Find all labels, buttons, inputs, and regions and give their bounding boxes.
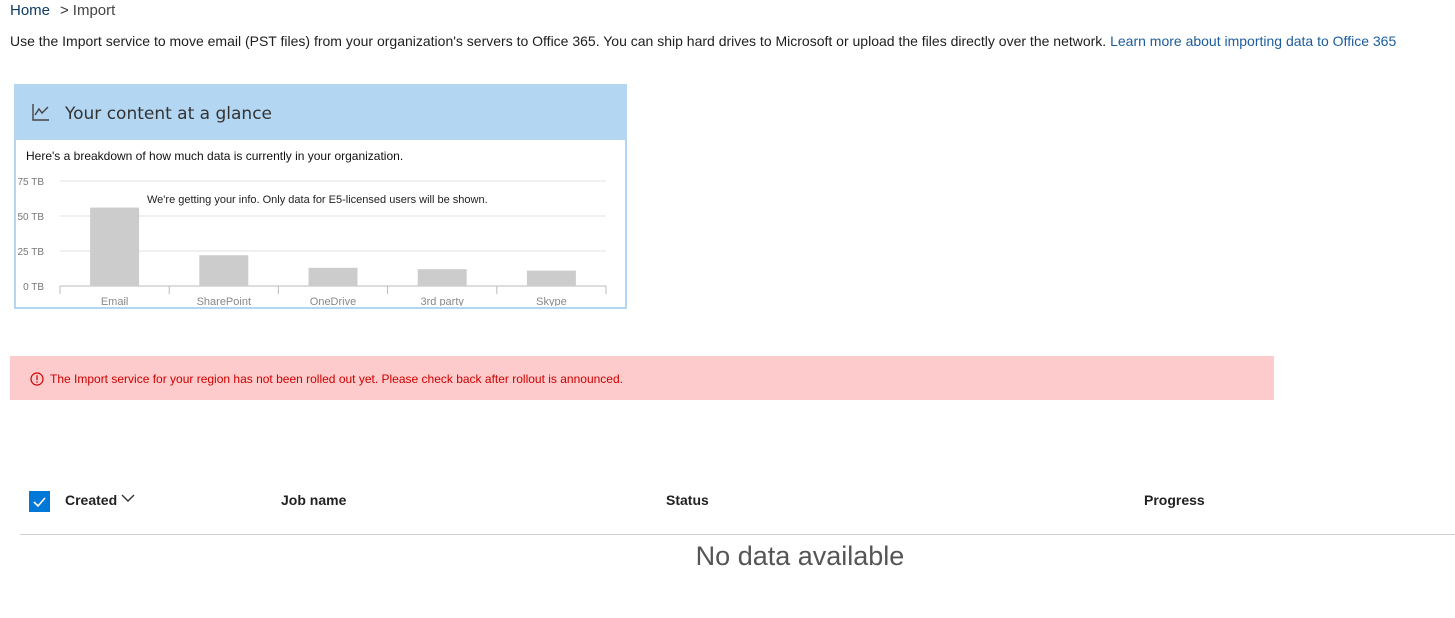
x-tick-label: 3rd party [420,296,464,306]
bar-email[interactable] [90,207,140,286]
breadcrumb-current: Import [72,2,116,19]
content-at-a-glance-card: Your content at a glance Here's a breakd… [14,84,627,309]
column-header-created[interactable]: Created [65,492,117,508]
y-tick-label: 0 TB [23,282,44,293]
checkmark-icon [33,497,46,508]
breadcrumb-home-link[interactable]: Home [10,2,50,19]
error-banner: The Import service for your region has n… [10,356,1274,400]
line-chart-icon [32,104,49,121]
breadcrumb-separator: > [60,2,69,19]
y-tick-label: 50 TB [18,212,45,223]
chevron-down-icon[interactable] [121,493,135,503]
alert-circle-icon [30,372,44,386]
learn-more-link[interactable]: Learn more about importing data to Offic… [1110,33,1396,49]
x-tick-label: Skype [536,296,567,306]
intro-description: Use the Import service to move email (PS… [10,33,1107,49]
storage-bar-chart: 0 TB 25 TB 50 TB 75 TB Email SharePoint OneDri… [18,177,607,306]
column-header-status[interactable]: Status [666,492,709,508]
table-divider [20,534,1455,535]
x-tick-label: SharePoint [197,296,251,306]
breadcrumb: Home > Import [10,2,115,19]
y-tick-label: 25 TB [18,247,45,258]
select-all-checkbox[interactable] [29,491,50,512]
y-tick-label: 75 TB [18,177,45,188]
column-header-progress[interactable]: Progress [1144,492,1205,508]
bar-3rd-party[interactable] [417,269,467,286]
bar-skype[interactable] [526,270,576,286]
bar-onedrive[interactable] [308,267,358,286]
chart-loading-message: We're getting your info. Only data for E… [147,194,488,206]
card-description: Here's a breakdown of how much data is c… [26,149,404,163]
empty-state-message: No data available [695,541,905,571]
card-title: Your content at a glance [65,104,273,124]
bar-sharepoint[interactable] [199,255,249,286]
x-tick-label: Email [101,296,129,306]
x-tick-label: OneDrive [310,296,356,306]
column-header-job-name[interactable]: Job name [281,492,346,508]
intro-text: Use the Import service to move email (PS… [10,33,1396,49]
card-header: Your content at a glance [16,86,625,140]
error-message: The Import service for your region has n… [50,372,623,386]
